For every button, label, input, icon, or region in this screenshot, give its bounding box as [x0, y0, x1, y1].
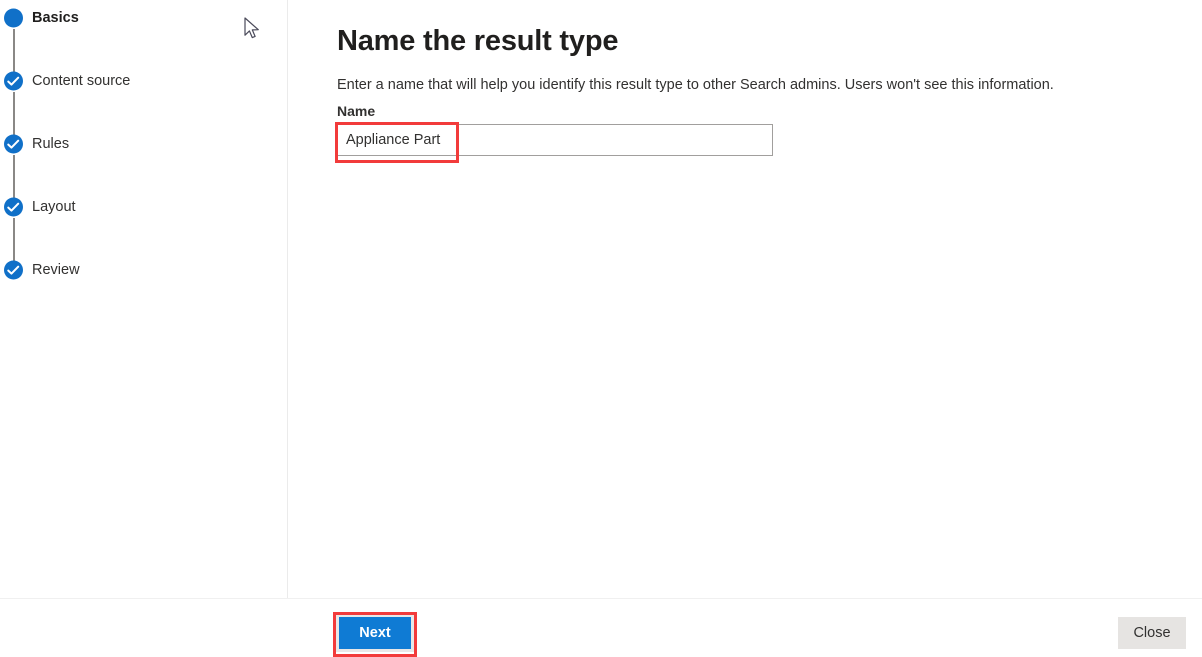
- wizard-step-label: Content source: [32, 73, 131, 89]
- check-circle-icon: [4, 71, 23, 91]
- result-type-wizard: Basics Content source Rules Layout Revie…: [0, 0, 1202, 657]
- check-circle-icon: [4, 197, 23, 217]
- step-connector-4: [12, 218, 15, 263]
- wizard-content-pane: Name the result type Enter a name that w…: [289, 0, 1202, 598]
- name-input[interactable]: [337, 124, 773, 156]
- step-connector-1: [12, 29, 15, 74]
- close-button[interactable]: Close: [1118, 617, 1186, 649]
- page-title: Name the result type: [337, 25, 619, 58]
- step-connector-3: [12, 155, 15, 200]
- wizard-step-label: Layout: [32, 199, 76, 215]
- wizard-step-label: Rules: [32, 136, 70, 152]
- step-connector-2: [12, 92, 15, 137]
- wizard-footer: Next Close: [0, 598, 1202, 657]
- wizard-step-rail: Basics Content source Rules Layout Revie…: [0, 0, 288, 598]
- check-circle-icon: [4, 260, 23, 280]
- wizard-step-label: Review: [32, 262, 80, 278]
- name-field-label: Name: [337, 103, 376, 119]
- filled-circle-icon: [4, 8, 23, 28]
- wizard-step-label: Basics: [32, 10, 79, 26]
- page-description: Enter a name that will help you identify…: [337, 76, 1054, 93]
- next-button[interactable]: Next: [336, 614, 414, 652]
- check-circle-icon: [4, 134, 23, 154]
